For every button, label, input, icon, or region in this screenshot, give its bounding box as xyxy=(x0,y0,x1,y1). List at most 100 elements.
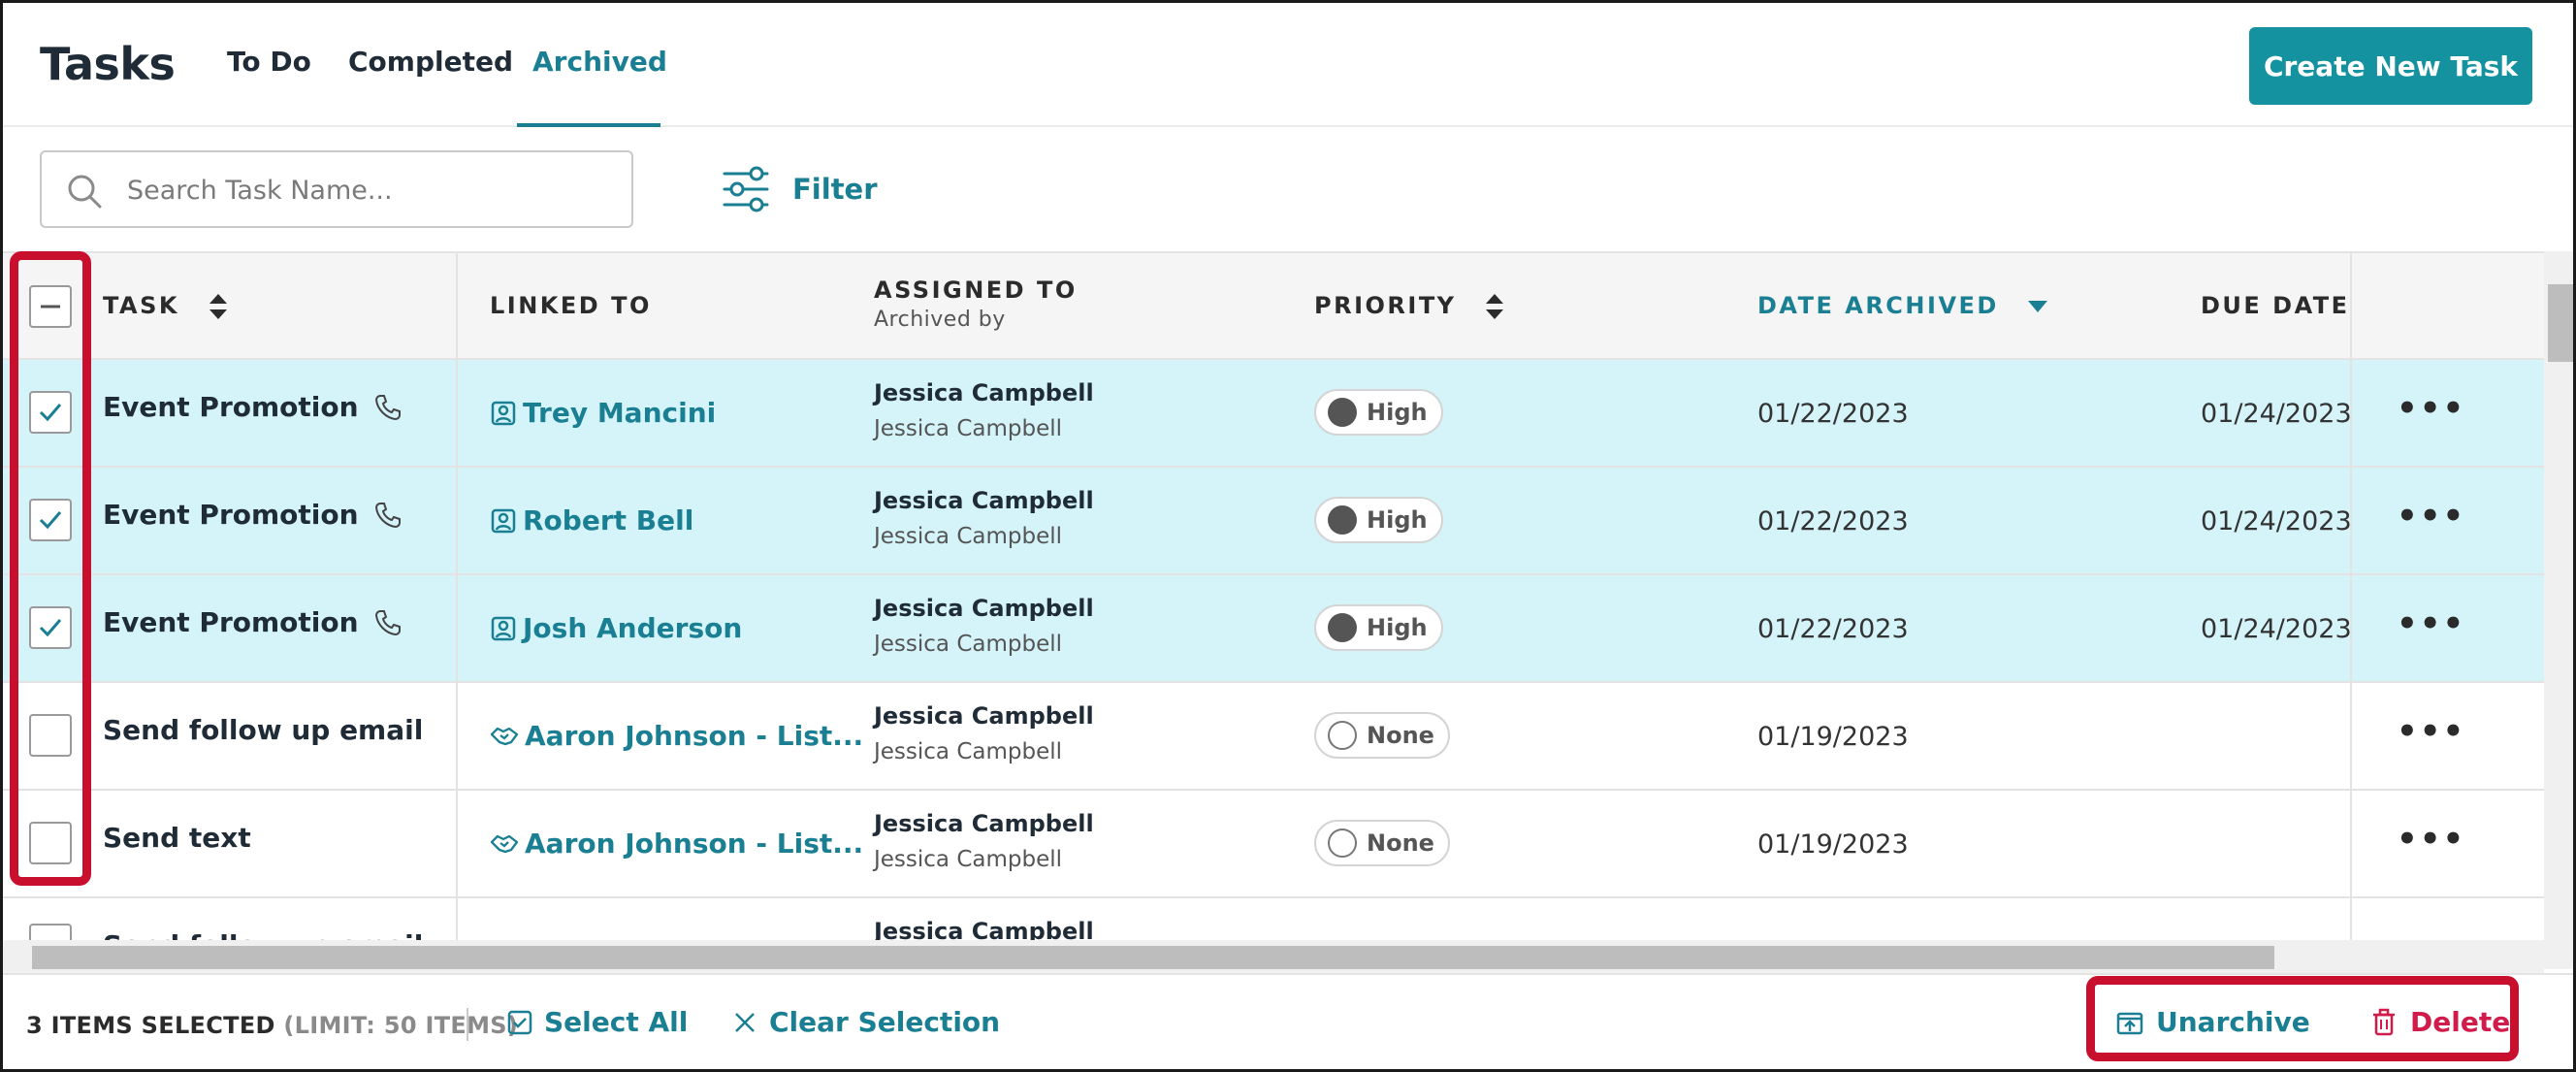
priority-icon xyxy=(1328,721,1357,750)
assigned-cell: Jessica Campbell Jessica Campbell xyxy=(874,702,1094,764)
date-archived-cell: 01/22/2023 xyxy=(1757,614,1909,644)
priority-icon xyxy=(1328,398,1357,427)
phone-icon xyxy=(374,394,401,420)
assigned-cell: Jessica Campbell xyxy=(874,918,1094,940)
bulk-actions-highlight xyxy=(2086,976,2519,1061)
phone-icon xyxy=(374,502,401,528)
linked-to-link[interactable]: Josh Anderson xyxy=(490,612,742,644)
column-divider xyxy=(456,251,458,940)
selection-limit: (LIMIT: 50 ITEMS) xyxy=(283,1012,519,1039)
task-name-cell[interactable]: Send follow up email xyxy=(103,714,423,746)
select-all-button[interactable]: Select All xyxy=(507,1006,688,1038)
task-name-cell[interactable]: Send follow up email xyxy=(103,929,423,940)
date-archived-cell: 01/19/2023 xyxy=(1757,829,1909,860)
assigned-cell: Jessica Campbell Jessica Campbell xyxy=(874,379,1094,441)
priority-badge: None xyxy=(1314,820,1450,866)
priority-icon xyxy=(1328,613,1357,642)
due-date-cell: 01/24/2023 xyxy=(2201,506,2352,536)
search-input[interactable]: Search Task Name... xyxy=(40,150,633,228)
row-checkbox[interactable] xyxy=(29,924,72,940)
row-actions-menu-button[interactable]: ••• xyxy=(2397,604,2465,643)
task-name: Event Promotion xyxy=(103,391,359,423)
handshake-icon xyxy=(490,727,519,745)
table-header: TASK LINKED TO ASSIGNED TO Archived by P… xyxy=(3,251,2544,360)
assigned-to-name: Jessica Campbell xyxy=(874,810,1094,837)
date-archived-cell: 01/22/2023 xyxy=(1757,506,1909,536)
row-actions-menu-button[interactable]: ••• xyxy=(2397,389,2465,428)
assigned-to-name: Jessica Campbell xyxy=(874,918,1094,940)
date-archived-cell: 01/22/2023 xyxy=(1757,399,1909,429)
task-name-cell[interactable]: Event Promotion xyxy=(103,606,403,638)
create-new-task-button[interactable]: Create New Task xyxy=(2249,27,2532,105)
assigned-to-name: Jessica Campbell xyxy=(874,702,1094,730)
linked-to-label: Trey Mancini xyxy=(523,397,717,429)
archived-by-name: Jessica Campbell xyxy=(874,739,1063,764)
clear-selection-button[interactable]: Clear Selection xyxy=(732,1006,1000,1038)
row-actions-menu-button[interactable]: ••• xyxy=(2397,712,2465,751)
table-row[interactable]: Send follow up email Jessica Campbell xyxy=(3,898,2544,940)
table-row[interactable]: Send text Aaron Johnson - List... Jessica … xyxy=(3,791,2544,898)
horizontal-scroll-thumb[interactable] xyxy=(32,946,2274,969)
task-name: Event Promotion xyxy=(103,606,359,638)
task-name-cell[interactable]: Send text xyxy=(103,822,251,854)
row-actions-menu-button[interactable]: ••• xyxy=(2397,820,2465,859)
archived-by-name: Jessica Campbell xyxy=(874,524,1063,549)
priority-label: High xyxy=(1367,399,1428,426)
filter-label: Filter xyxy=(792,173,878,206)
assigned-to-name: Jessica Campbell xyxy=(874,595,1094,622)
page-header: Tasks To Do Completed Archived Create Ne… xyxy=(3,3,2573,127)
search-placeholder: Search Task Name... xyxy=(127,176,393,206)
tasks-table: TASK LINKED TO ASSIGNED TO Archived by P… xyxy=(3,251,2544,940)
column-task[interactable]: TASK xyxy=(103,292,229,321)
contact-icon xyxy=(491,401,516,425)
linked-to-link[interactable]: Aaron Johnson - List... xyxy=(490,720,863,752)
contact-icon xyxy=(491,616,516,640)
priority-badge: High xyxy=(1314,389,1443,436)
archived-by-name: Jessica Campbell xyxy=(874,416,1063,441)
checkbox-icon xyxy=(507,1010,532,1034)
archived-by-name: Jessica Campbell xyxy=(874,632,1063,657)
column-assigned-to: ASSIGNED TO xyxy=(874,276,1078,304)
linked-to-link[interactable]: Trey Mancini xyxy=(490,397,716,429)
filter-button[interactable]: Filter xyxy=(721,160,878,218)
date-archived-cell: 01/19/2023 xyxy=(1757,722,1909,752)
sort-icon xyxy=(1486,294,1504,319)
linked-to-link[interactable]: Robert Bell xyxy=(490,504,693,536)
sort-icon xyxy=(209,294,227,319)
table-row[interactable]: Send follow up email Aaron Johnson - List… xyxy=(3,683,2544,791)
table-row[interactable]: Event Promotion Josh Anderson Jessica Camp… xyxy=(3,575,2544,683)
column-date-archived[interactable]: DATE ARCHIVED xyxy=(1757,292,2048,319)
selected-count: 3 ITEMS SELECTED (LIMIT: 50 ITEMS) xyxy=(26,1012,519,1039)
task-name: Event Promotion xyxy=(103,499,359,531)
priority-label: High xyxy=(1367,614,1428,641)
contact-icon xyxy=(491,508,516,533)
search-icon xyxy=(68,175,102,209)
task-name-cell[interactable]: Event Promotion xyxy=(103,499,403,531)
column-divider xyxy=(2350,251,2352,940)
priority-badge: High xyxy=(1314,497,1443,543)
table-row[interactable]: Event Promotion Trey Mancini Jessica Campb… xyxy=(3,360,2544,468)
tab-completed[interactable]: Completed xyxy=(348,46,513,78)
vertical-scroll-thumb[interactable] xyxy=(2548,284,2573,362)
linked-to-label: Josh Anderson xyxy=(523,612,743,644)
tab-to-do[interactable]: To Do xyxy=(227,46,311,78)
close-icon xyxy=(735,1012,755,1032)
linked-to-label: Robert Bell xyxy=(523,504,694,536)
tab-archived[interactable]: Archived xyxy=(532,46,667,78)
active-tab-indicator xyxy=(517,123,660,127)
priority-label: None xyxy=(1367,829,1434,857)
sliders-icon xyxy=(723,166,769,212)
task-name: Send follow up email xyxy=(103,929,423,940)
column-due-date: DUE DATE xyxy=(2201,292,2350,319)
task-name-cell[interactable]: Event Promotion xyxy=(103,391,403,423)
column-priority[interactable]: PRIORITY xyxy=(1314,292,1505,321)
priority-label: High xyxy=(1367,506,1428,534)
due-date-cell: 01/24/2023 xyxy=(2201,399,2352,429)
due-date-cell: 01/24/2023 xyxy=(2201,614,2352,644)
row-actions-menu-button[interactable]: ••• xyxy=(2397,497,2465,536)
task-name: Send follow up email xyxy=(103,714,424,746)
table-row[interactable]: Event Promotion Robert Bell Jessica Campbe… xyxy=(3,468,2544,575)
app-window: Tasks To Do Completed Archived Create Ne… xyxy=(0,0,2576,1072)
linked-to-link[interactable]: Aaron Johnson - List... xyxy=(490,828,863,860)
assigned-to-name: Jessica Campbell xyxy=(874,487,1094,514)
